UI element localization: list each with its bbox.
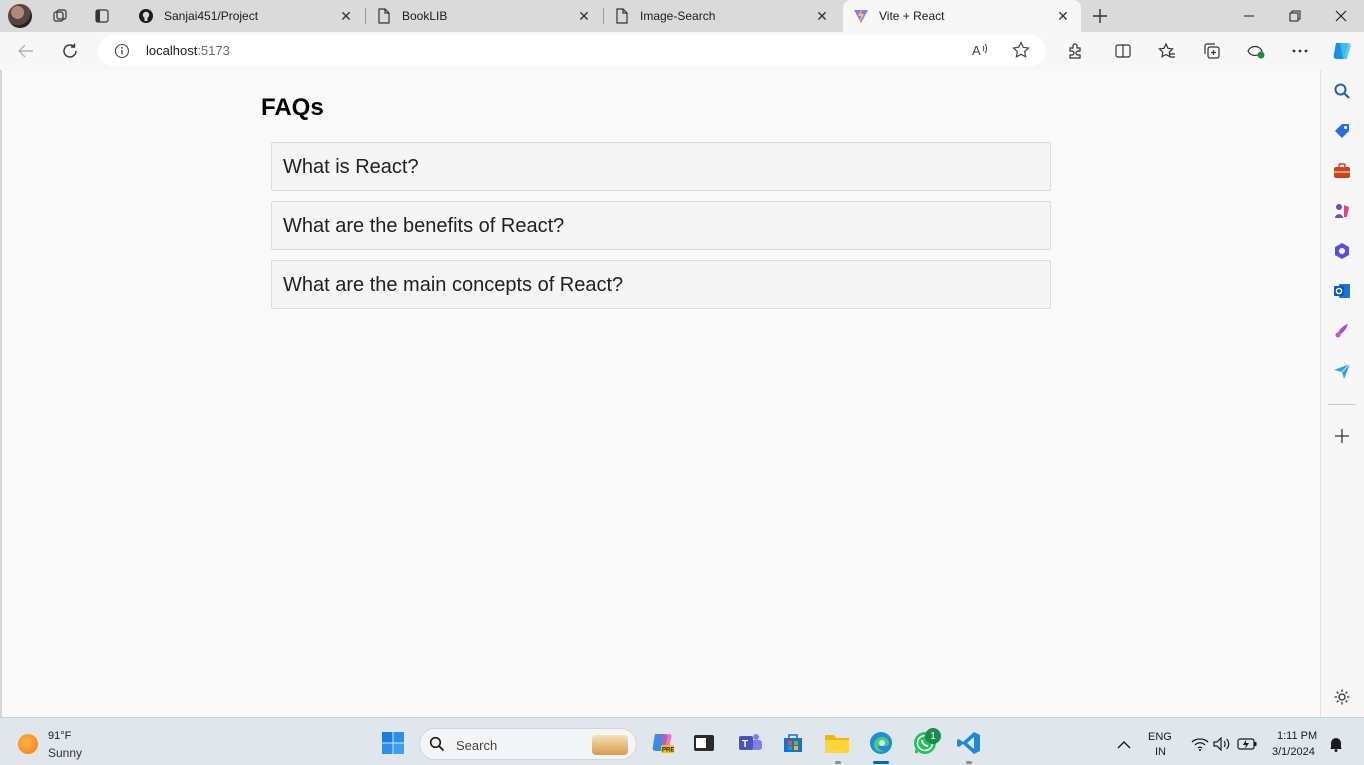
faq-question: What is React?: [283, 156, 419, 178]
back-icon[interactable]: [13, 39, 39, 63]
url-port: :5173: [197, 43, 230, 58]
more-options-icon[interactable]: [1289, 40, 1311, 62]
svg-text:T: T: [742, 739, 748, 750]
faq-item[interactable]: What are the benefits of React?: [271, 201, 1051, 250]
tab-image-search[interactable]: Image-Search ✕: [604, 0, 840, 32]
teams-icon[interactable]: T: [737, 730, 763, 756]
send-icon[interactable]: [1332, 361, 1352, 381]
page-viewport: FAQs What is React? What are the benefit…: [2, 70, 1321, 717]
edge-sidebar: [1321, 70, 1364, 717]
close-icon[interactable]: ✕: [1055, 8, 1071, 24]
page-icon: [376, 8, 392, 24]
page-icon: [614, 8, 630, 24]
page-title: FAQs: [261, 94, 324, 121]
notification-bell-icon[interactable]: [1323, 731, 1349, 757]
search-icon: [429, 736, 445, 757]
restore-icon[interactable]: [1272, 0, 1318, 32]
favorite-star-icon[interactable]: [1010, 39, 1032, 61]
tab-actions-icon[interactable]: [92, 6, 112, 26]
copilot-icon[interactable]: [1330, 39, 1354, 63]
faq-question: What are the main concepts of React?: [283, 274, 624, 296]
designer-icon[interactable]: [1332, 321, 1352, 341]
start-windows-icon[interactable]: [380, 730, 406, 756]
extensions-icon[interactable]: [1064, 40, 1086, 62]
tab-title: Image-Search: [640, 9, 716, 23]
language-region[interactable]: IN: [1155, 746, 1166, 758]
search-highlight-image: [592, 735, 628, 755]
outlook-icon[interactable]: [1332, 281, 1352, 301]
weather-temperature[interactable]: 91°F: [48, 730, 71, 742]
url-host: localhost: [146, 43, 198, 58]
taskbar-search-box[interactable]: Search: [419, 728, 637, 760]
battery-icon[interactable]: [1234, 731, 1260, 757]
tools-briefcase-icon[interactable]: [1332, 161, 1352, 181]
volume-icon[interactable]: [1209, 731, 1235, 757]
tab-title: Sanjai451/Project: [164, 9, 259, 23]
site-info-icon[interactable]: [114, 43, 130, 59]
tab-title: BookLIB: [402, 9, 448, 23]
new-tab-icon[interactable]: [1090, 6, 1110, 26]
minimize-icon[interactable]: [1226, 0, 1272, 32]
address-bar[interactable]: localhost:5173 A: [98, 35, 1046, 66]
split-screen-icon[interactable]: [1112, 40, 1134, 62]
navigation-bar: localhost:5173 A: [0, 32, 1364, 70]
microsoft-365-icon[interactable]: [1332, 241, 1352, 261]
notification-badge: 1: [925, 728, 941, 744]
github-icon: [138, 8, 154, 24]
tab-strip: Sanjai451/Project ✕ BookLIB ✕ Image-Sear…: [0, 0, 1364, 32]
microsoft-store-icon[interactable]: [780, 730, 806, 756]
shopping-tag-icon[interactable]: [1332, 121, 1352, 141]
faq-item[interactable]: What are the main concepts of React?: [271, 260, 1051, 309]
edge-browser-icon[interactable]: [868, 730, 894, 756]
workspaces-icon[interactable]: [50, 6, 70, 26]
language-indicator[interactable]: ENG: [1148, 731, 1172, 743]
vscode-icon[interactable]: [956, 730, 982, 756]
running-app-indicator: [835, 761, 841, 764]
faq-item[interactable]: What is React?: [271, 142, 1051, 191]
active-app-indicator: [873, 761, 889, 764]
svg-text:PRE: PRE: [662, 748, 674, 754]
file-explorer-icon[interactable]: [824, 730, 850, 756]
faq-question: What are the benefits of React?: [283, 215, 565, 237]
settings-gear-icon[interactable]: [1332, 687, 1352, 707]
clock-date[interactable]: 3/1/2024: [1272, 746, 1315, 758]
tab-title: Vite + React: [879, 9, 945, 23]
svg-text:A: A: [972, 43, 981, 58]
tab-vite-react[interactable]: Vite + React ✕: [843, 0, 1081, 32]
close-icon[interactable]: ✕: [814, 8, 830, 24]
clock-time[interactable]: 1:11 PM: [1277, 730, 1317, 742]
close-icon[interactable]: ✕: [338, 8, 354, 24]
url-text[interactable]: localhost:5173: [146, 43, 230, 58]
weather-sun-icon[interactable]: [18, 734, 38, 754]
copilot-preview-icon[interactable]: PRE: [649, 730, 675, 756]
read-aloud-icon[interactable]: A: [970, 39, 992, 61]
chevron-up-icon[interactable]: [1111, 732, 1137, 758]
windows-taskbar: 91°F Sunny Search PRE T 1 ENG IN 1:11 PM…: [0, 717, 1364, 765]
refresh-icon[interactable]: [57, 39, 83, 63]
vite-icon: [853, 8, 869, 24]
profile-avatar[interactable]: [8, 4, 32, 28]
terminal-app-icon[interactable]: [691, 730, 717, 756]
search-label: Search: [456, 738, 498, 753]
running-app-indicator: [966, 761, 972, 764]
search-icon[interactable]: [1332, 81, 1352, 101]
games-icon[interactable]: [1332, 201, 1352, 221]
add-icon[interactable]: [1332, 426, 1352, 446]
weather-condition[interactable]: Sunny: [48, 746, 82, 760]
sidebar-divider: [1328, 404, 1356, 405]
tab-github[interactable]: Sanjai451/Project ✕: [128, 0, 364, 32]
favorites-icon[interactable]: [1156, 40, 1178, 62]
browser-essentials-icon[interactable]: [1245, 40, 1267, 62]
close-window-icon[interactable]: [1318, 0, 1364, 32]
tab-booklib[interactable]: BookLIB ✕: [366, 0, 602, 32]
collections-icon[interactable]: [1201, 40, 1223, 62]
close-icon[interactable]: ✕: [576, 8, 592, 24]
